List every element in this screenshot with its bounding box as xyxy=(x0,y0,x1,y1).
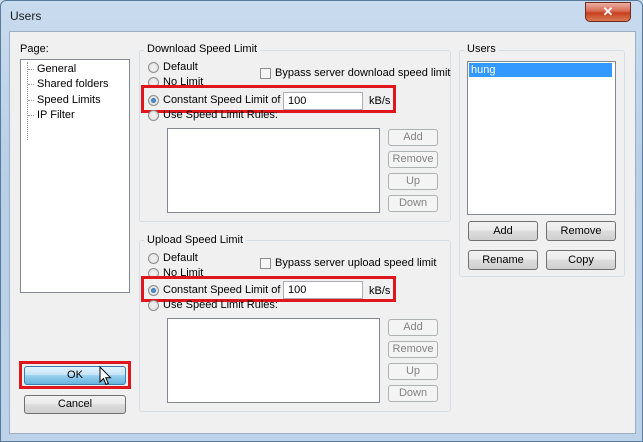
mouse-cursor-icon xyxy=(99,366,112,386)
tree-item-general[interactable]: General xyxy=(37,63,76,75)
upload-bypass-checkbox[interactable] xyxy=(260,258,271,269)
upload-rules-radio[interactable] xyxy=(148,300,159,311)
tree-item-ip-filter[interactable]: IP Filter xyxy=(37,109,75,121)
download-bypass-label[interactable]: Bypass server download speed limit xyxy=(275,67,450,79)
rename-user-button[interactable]: Rename xyxy=(468,250,538,270)
download-rule-down-button[interactable]: Down xyxy=(388,195,438,212)
tree-branch xyxy=(28,69,34,70)
copy-user-button[interactable]: Copy xyxy=(546,250,616,270)
upload-rule-up-button[interactable]: Up xyxy=(388,363,438,380)
ok-highlight xyxy=(19,361,131,389)
download-rule-up-button[interactable]: Up xyxy=(388,173,438,190)
upload-default-label[interactable]: Default xyxy=(163,252,198,264)
cancel-button[interactable]: Cancel xyxy=(24,395,126,414)
download-rules-label[interactable]: Use Speed Limit Rules: xyxy=(163,109,278,121)
dialog-client-area: Page: General Shared folders Speed Limit… xyxy=(9,31,636,434)
close-button[interactable]: ✕ xyxy=(585,2,631,22)
download-rules-radio[interactable] xyxy=(148,110,159,121)
remove-user-button[interactable]: Remove xyxy=(546,221,616,241)
tree-branch xyxy=(28,84,34,85)
tree-branch xyxy=(28,115,34,116)
upload-rule-down-button[interactable]: Down xyxy=(388,385,438,402)
download-group-title: Download Speed Limit xyxy=(144,43,261,55)
download-default-label[interactable]: Default xyxy=(163,61,198,73)
page-label: Page: xyxy=(20,43,49,55)
tree-item-speed-limits[interactable]: Speed Limits xyxy=(37,94,101,106)
upload-rules-list[interactable] xyxy=(167,318,380,403)
page-tree[interactable]: General Shared folders Speed Limits IP F… xyxy=(20,59,130,293)
upload-bypass-label[interactable]: Bypass server upload speed limit xyxy=(275,257,436,269)
download-default-radio[interactable] xyxy=(148,62,159,73)
title-bar[interactable]: Users ✕ xyxy=(1,1,642,31)
tree-connector xyxy=(27,62,28,140)
download-rule-add-button[interactable]: Add xyxy=(388,129,438,146)
user-item[interactable]: hung xyxy=(469,63,612,77)
download-bypass-checkbox[interactable] xyxy=(260,68,271,79)
window-title: Users xyxy=(10,9,42,23)
upload-default-radio[interactable] xyxy=(148,253,159,264)
users-label: Users xyxy=(464,43,499,55)
upload-rule-add-button[interactable]: Add xyxy=(388,319,438,336)
upload-rule-remove-button[interactable]: Remove xyxy=(388,341,438,358)
download-rule-remove-button[interactable]: Remove xyxy=(388,151,438,168)
tree-item-shared-folders[interactable]: Shared folders xyxy=(37,78,109,90)
tree-branch xyxy=(28,100,34,101)
upload-group-title: Upload Speed Limit xyxy=(144,234,247,246)
upload-rules-label[interactable]: Use Speed Limit Rules: xyxy=(163,299,278,311)
users-list[interactable]: hung xyxy=(467,61,616,215)
download-rules-list[interactable] xyxy=(167,128,380,213)
users-dialog: Users ✕ Page: General Shared folders Spe… xyxy=(0,0,643,442)
add-user-button[interactable]: Add xyxy=(468,221,538,241)
